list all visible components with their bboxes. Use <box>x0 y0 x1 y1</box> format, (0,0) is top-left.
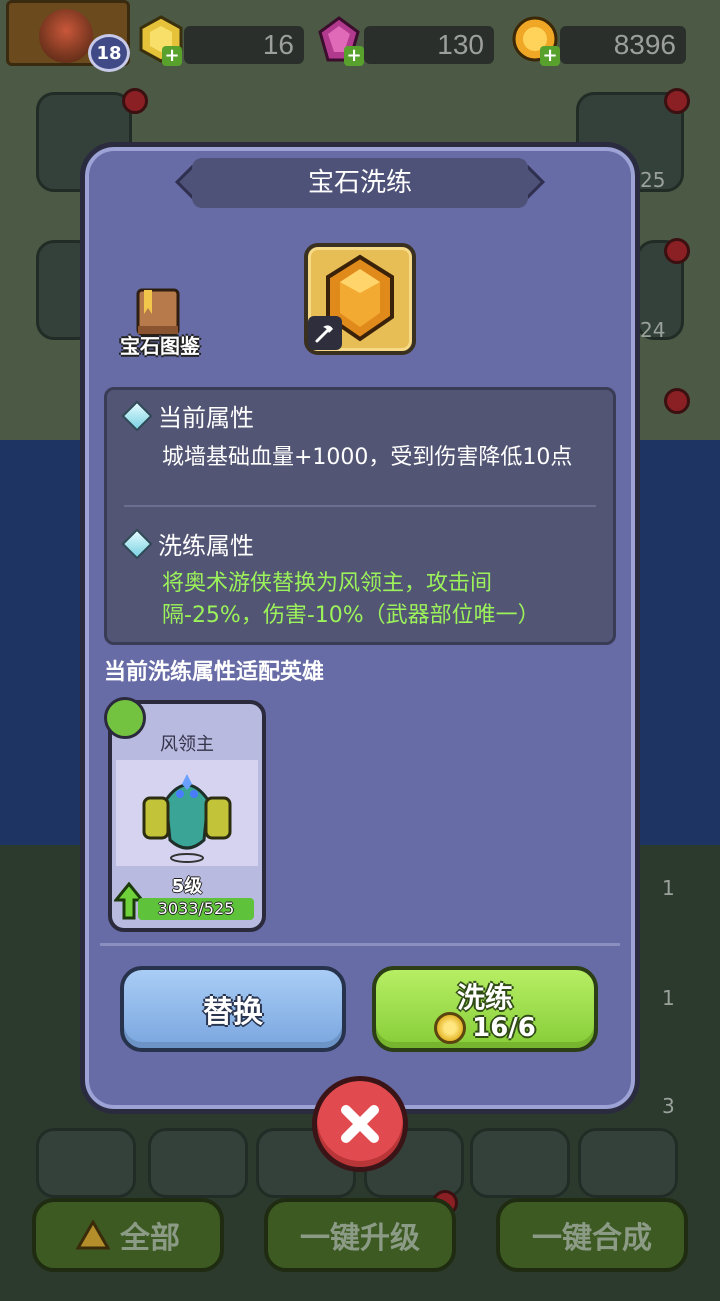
hexagon-coin-icon <box>434 1012 467 1044</box>
refine-button[interactable]: 洗练 16/6 <box>372 966 598 1052</box>
close-icon <box>341 1105 379 1143</box>
bg-slot-6 <box>578 1128 678 1198</box>
dialog-title: 宝石洗练 <box>192 158 528 208</box>
add-gold-button[interactable]: + <box>540 46 560 66</box>
diamond-icon <box>121 527 153 560</box>
hammer-icon <box>308 316 342 350</box>
merge-all-label: 一键合成 <box>532 1221 652 1256</box>
bg-slot-1 <box>36 1128 136 1198</box>
refine-attribute-title: 洗练属性 <box>158 532 254 560</box>
fit-heroes-label: 当前洗练属性适配英雄 <box>104 660 325 685</box>
refine-cost-text: 16/6 <box>472 1013 536 1043</box>
player-level-badge: 18 <box>88 34 130 72</box>
replace-button[interactable]: 替换 <box>120 966 346 1052</box>
all-filter-label: 全部 <box>120 1221 180 1256</box>
bg-tile-count: 24 <box>640 318 666 342</box>
refine-cost: 16/6 <box>376 1012 594 1044</box>
replace-button-label: 替换 <box>203 995 263 1030</box>
upgrade-all-label: 一键升级 <box>300 1221 420 1256</box>
close-button[interactable] <box>312 1076 408 1172</box>
bg-tile-count: 1 <box>662 986 675 1010</box>
bg-tile-count: 3 <box>662 1094 675 1118</box>
merge-all-button[interactable]: 一键合成 <box>496 1198 688 1272</box>
refine-attribute-text: 将奥术游侠替换为风领主，攻击间隔-25%，伤害-10%（武器部位唯一） <box>162 571 540 628</box>
bg-tile-count: 25 <box>640 168 666 192</box>
refine-attribute-heading: 洗练属性 <box>121 526 254 561</box>
triangle-icon <box>76 1220 110 1250</box>
current-attribute-title: 当前属性 <box>158 404 254 432</box>
bg-notification-dot <box>664 388 690 414</box>
add-gems-button[interactable]: + <box>344 46 364 66</box>
wind-lord-icon <box>142 774 232 863</box>
current-attribute-text: 城墙基础血量+1000，受到伤害降低10点 <box>162 445 573 470</box>
gem-codex-label[interactable]: 宝石图鉴 <box>110 330 210 359</box>
gems-counter: 130 <box>364 26 494 64</box>
diamond-icon <box>121 399 153 432</box>
energy-counter: 16 <box>184 26 304 64</box>
all-filter-button[interactable]: 全部 <box>32 1198 224 1272</box>
hero-xp-text: 3033/525 <box>157 899 235 918</box>
bg-notification-dot <box>664 238 690 264</box>
section-divider <box>100 943 620 946</box>
attribute-divider <box>124 505 596 507</box>
hero-name: 风领主 <box>160 734 214 755</box>
bg-notification-dot <box>664 88 690 114</box>
bg-tile-count: 1 <box>662 876 675 900</box>
gold-counter: 8396 <box>560 26 686 64</box>
upgrade-all-button[interactable]: 一键升级 <box>264 1198 456 1272</box>
refine-button-label: 洗练 <box>456 981 513 1014</box>
bg-slot-5 <box>470 1128 570 1198</box>
add-energy-button[interactable]: + <box>162 46 182 66</box>
bg-slot-2 <box>148 1128 248 1198</box>
hero-portrait <box>116 760 258 866</box>
current-attribute-heading: 当前属性 <box>121 398 254 433</box>
bg-notification-dot <box>122 88 148 114</box>
